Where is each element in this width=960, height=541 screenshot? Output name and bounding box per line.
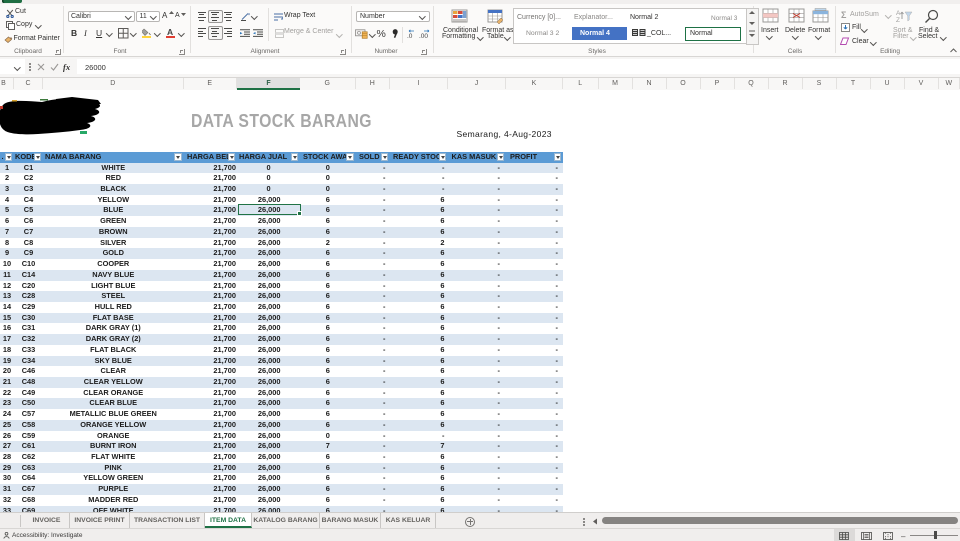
svg-text:Z: Z [896,17,900,24]
svg-text:.0: .0 [407,33,413,39]
svg-text:.00: .00 [419,33,428,39]
